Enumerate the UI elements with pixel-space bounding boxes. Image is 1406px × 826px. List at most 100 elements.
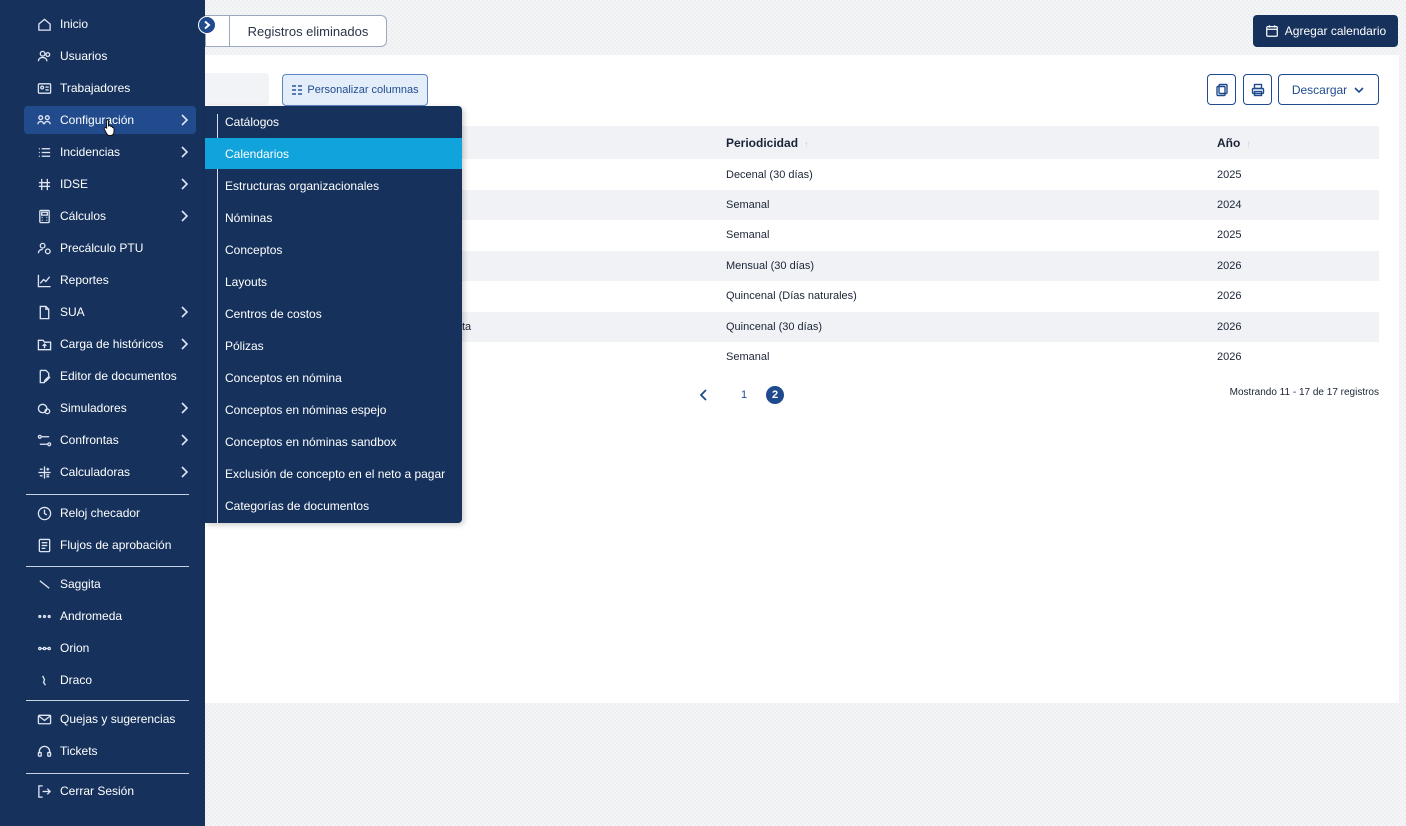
columns-icon: [292, 85, 303, 95]
submenu-item-polizas[interactable]: Pólizas: [205, 330, 462, 361]
chevron-right-icon: [178, 177, 190, 191]
sidebar-item-label: Cálculos: [60, 209, 107, 223]
document-icon: [36, 304, 52, 320]
pagination-page-current[interactable]: 2: [766, 386, 784, 404]
pagination-prev-button[interactable]: [698, 387, 712, 403]
sidebar-item-label: Flujos de aprobación: [60, 538, 172, 552]
sidebar-item-orion[interactable]: Orion: [24, 634, 196, 662]
sort-icon: ↑: [804, 139, 809, 149]
sidebar-item-label: Simuladores: [60, 401, 127, 415]
copy-icon: [1215, 83, 1228, 96]
search-input[interactable]: [205, 73, 269, 105]
sidebar-item-precalculo-ptu[interactable]: Precálculo PTU: [24, 234, 196, 262]
sidebar-item-reportes[interactable]: Reportes: [24, 266, 196, 294]
sidebar-item-label: Configuración: [60, 113, 135, 127]
customize-columns-button[interactable]: Personalizar columnas: [282, 74, 428, 106]
sidebar-item-inicio[interactable]: Inicio: [24, 10, 196, 38]
sidebar-item-calculadoras[interactable]: Calculadoras: [24, 458, 196, 486]
sidebar-item-label: Cerrar Sesión: [60, 784, 135, 798]
submenu-item-calendarios[interactable]: Calendarios: [205, 138, 462, 169]
upload-folder-icon: [36, 336, 52, 352]
submenu-item-conceptos-nominas-espejo[interactable]: Conceptos en nóminas espejo: [205, 394, 462, 425]
copy-button[interactable]: [1207, 74, 1236, 105]
submenu-item-conceptos-nominas-sandbox[interactable]: Conceptos en nóminas sandbox: [205, 426, 462, 457]
chevron-right-icon: [178, 145, 190, 159]
id-card-icon: [36, 80, 52, 96]
chevron-left-icon: [699, 389, 707, 401]
collapse-sidebar-button[interactable]: [198, 16, 216, 34]
submenu-item-conceptos[interactable]: Conceptos: [205, 234, 462, 265]
config-icon: [36, 112, 52, 128]
chevron-right-icon: [178, 433, 190, 447]
chevron-right-icon: [204, 20, 211, 30]
sidebar-item-usuarios[interactable]: Usuarios: [24, 42, 196, 70]
cell-periodicidad: Semanal: [726, 199, 770, 211]
sidebar-item-incidencias[interactable]: Incidencias: [24, 138, 196, 166]
chevron-right-icon: [178, 209, 190, 223]
cell-periodicidad: Mensual (30 días): [726, 260, 815, 272]
submenu-item-catalogos[interactable]: Catálogos: [205, 106, 462, 137]
print-icon: [1251, 83, 1264, 96]
print-button[interactable]: [1243, 74, 1272, 105]
cell-periodicidad: Quincenal (30 días): [726, 321, 822, 333]
sidebar-item-label: Editor de documentos: [60, 369, 177, 383]
sidebar-item-sua[interactable]: SUA: [24, 298, 196, 326]
calculator-icon: [36, 208, 52, 224]
sidebar-item-tickets[interactable]: Tickets: [24, 737, 196, 765]
submenu-item-centros-costos[interactable]: Centros de costos: [205, 298, 462, 329]
compare-icon: [36, 432, 52, 448]
tab-deleted-records[interactable]: Registros eliminados: [229, 15, 387, 47]
calculator-grid-icon: [36, 464, 52, 480]
sidebar-item-quejas-sugerencias[interactable]: Quejas y sugerencias: [24, 705, 196, 733]
column-header-anio[interactable]: Año ↑: [1217, 136, 1251, 150]
column-header-periodicidad-label: Periodicidad: [726, 136, 799, 150]
sidebar-item-simuladores[interactable]: Simuladores: [24, 394, 196, 422]
cell-anio: 2025: [1217, 169, 1242, 181]
chevron-right-icon: [178, 113, 190, 127]
sidebar-item-label: Quejas y sugerencias: [60, 712, 176, 726]
draco-icon: [36, 672, 52, 688]
sidebar-divider: [26, 494, 189, 495]
feedback-icon: [36, 711, 52, 727]
sidebar-item-trabajadores[interactable]: Trabajadores: [24, 74, 196, 102]
submenu-item-nominas[interactable]: Nóminas: [205, 202, 462, 233]
submenu-item-exclusion-concepto[interactable]: Exclusión de concepto en el neto a pagar: [205, 458, 462, 489]
approval-icon: [36, 537, 52, 553]
sidebar-item-andromeda[interactable]: Andromeda: [24, 602, 196, 630]
submenu-item-categorias-documentos[interactable]: Categorías de documentos: [205, 490, 462, 521]
sidebar-item-cerrar-sesion[interactable]: Cerrar Sesión: [24, 777, 196, 805]
submenu-item-estructuras-organizacionales[interactable]: Estructuras organizacionales: [205, 170, 462, 201]
sidebar-item-idse[interactable]: IDSE: [24, 170, 196, 198]
mouse-pointer-icon: [103, 118, 117, 139]
sidebar-item-carga-historicos[interactable]: Carga de históricos: [24, 330, 196, 358]
sidebar-item-editor-documentos[interactable]: Editor de documentos: [24, 362, 196, 390]
sidebar-item-label: Usuarios: [60, 49, 108, 63]
sidebar-item-saggita[interactable]: Saggita: [24, 570, 196, 598]
sidebar-item-label: Tickets: [60, 744, 98, 758]
sidebar-item-draco[interactable]: Draco: [24, 666, 196, 694]
submenu-item-layouts[interactable]: Layouts: [205, 266, 462, 297]
sidebar-item-calculos[interactable]: Cálculos: [24, 202, 196, 230]
sidebar-item-label: Carga de históricos: [60, 337, 164, 351]
cell-anio: 2026: [1217, 290, 1242, 302]
pagination-page[interactable]: 1: [735, 386, 753, 404]
submenu-item-conceptos-nomina[interactable]: Conceptos en nómina: [205, 362, 462, 393]
chevron-right-icon: [178, 305, 190, 319]
add-calendar-button[interactable]: Agregar calendario: [1253, 15, 1398, 47]
cell-anio: 2026: [1217, 260, 1242, 272]
chevron-down-icon: [1354, 86, 1364, 93]
download-dropdown[interactable]: Descargar: [1278, 74, 1379, 105]
sidebar-divider: [26, 773, 189, 774]
sidebar-divider: [26, 566, 189, 567]
sidebar-item-label: Precálculo PTU: [60, 241, 144, 255]
sidebar-item-confrontas[interactable]: Confrontas: [24, 426, 196, 454]
sidebar-item-reloj-checador[interactable]: Reloj checador: [24, 499, 196, 527]
clock-icon: [36, 505, 52, 521]
cell-periodicidad: Quincenal (Días naturales): [726, 290, 857, 302]
column-header-periodicidad[interactable]: Periodicidad ↑: [726, 136, 809, 150]
sidebar-item-flujos-aprobacion[interactable]: Flujos de aprobación: [24, 531, 196, 559]
list-icon: [36, 144, 52, 160]
home-icon: [36, 16, 52, 32]
sidebar-item-label: Inicio: [60, 17, 89, 31]
cell-anio: 2025: [1217, 229, 1242, 241]
